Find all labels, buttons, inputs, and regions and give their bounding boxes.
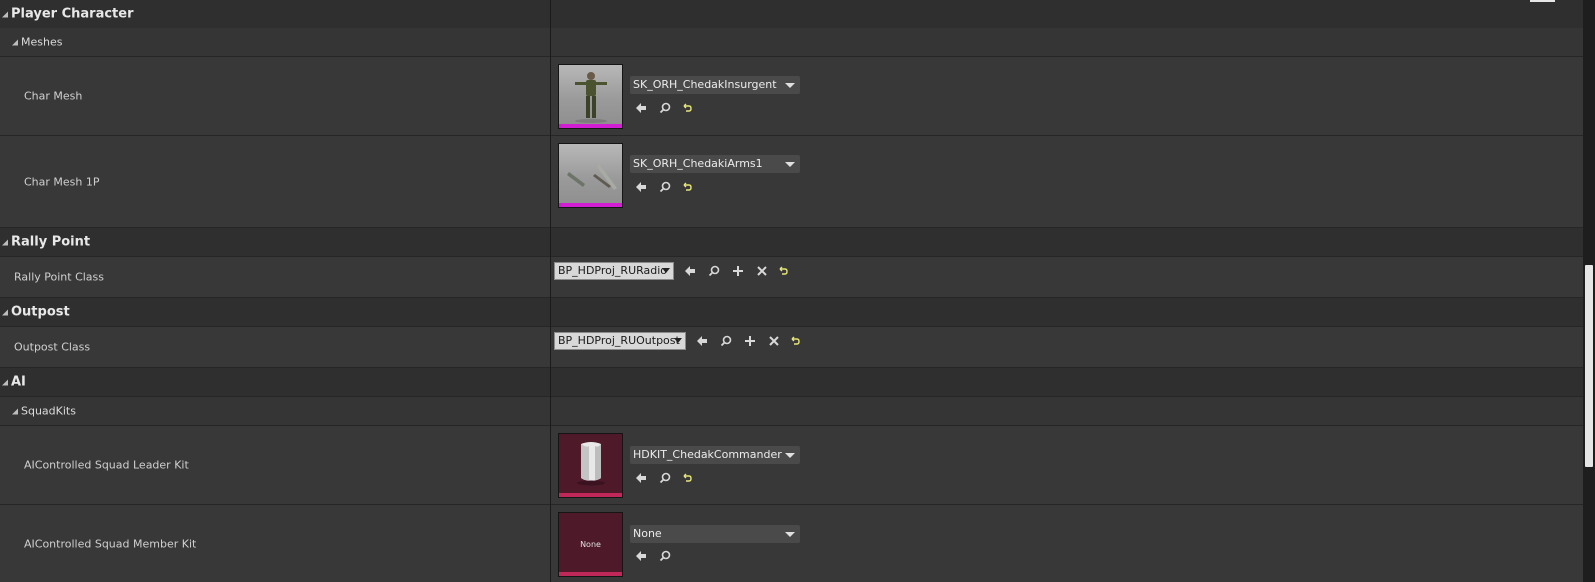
magnifier-icon[interactable] (657, 179, 673, 195)
details-panel: Player Character Meshes Char Mesh SK_ORH… (0, 0, 1595, 582)
magnifier-icon[interactable] (657, 470, 673, 486)
dropdown-arrow-icon (785, 162, 795, 167)
expand-triangle-icon[interactable] (2, 379, 8, 385)
category-title: Player Character (11, 6, 134, 22)
expand-triangle-icon[interactable] (12, 39, 18, 45)
category-rally-point[interactable]: Rally Point (0, 228, 1583, 256)
dropdown-arrow-icon (674, 338, 682, 343)
data-asset-icon (577, 442, 605, 486)
x-icon[interactable] (754, 263, 770, 279)
magnifier-icon[interactable] (718, 333, 734, 349)
arms-mesh-preview-icon (567, 164, 617, 190)
magnifier-icon[interactable] (706, 263, 722, 279)
subcategory-squadkits[interactable]: SquadKits (0, 397, 1583, 425)
asset-type-bar (559, 124, 622, 128)
soldier-mesh-preview-icon (575, 72, 607, 123)
reset-to-default-icon[interactable] (679, 470, 695, 486)
mesh-thumbnail[interactable] (558, 64, 623, 129)
reset-to-default-icon[interactable] (679, 179, 695, 195)
x-icon[interactable] (766, 333, 782, 349)
kit-thumbnail[interactable]: None (558, 512, 623, 577)
combo-value: SK_ORH_ChedakInsurgent (633, 78, 777, 91)
category-title: Rally Point (11, 234, 91, 250)
reset-to-default-icon[interactable] (775, 263, 791, 279)
property-char-mesh: Char Mesh (0, 57, 1583, 135)
magnifier-icon[interactable] (657, 548, 673, 564)
magnifier-icon[interactable] (657, 100, 673, 116)
property-label: Rally Point Class (14, 270, 105, 284)
asset-type-bar (559, 203, 622, 207)
thumbnail-none-text: None (580, 540, 601, 549)
asset-type-bar (559, 493, 622, 497)
rally-point-class-picker[interactable]: BP_HDProj_RURadio (554, 262, 674, 280)
arrow-left-icon[interactable] (694, 333, 710, 349)
combo-value: SK_ORH_ChedakiArms1 (633, 157, 763, 170)
squad-member-kit-combo[interactable]: None (630, 525, 800, 543)
expand-triangle-icon[interactable] (2, 309, 8, 315)
subcategory-meshes[interactable]: Meshes (0, 28, 1583, 56)
property-label: Char Mesh 1P (24, 175, 100, 188)
property-label: AIControlled Squad Leader Kit (24, 458, 189, 472)
kit-thumbnail[interactable] (558, 433, 623, 498)
dropdown-arrow-icon (785, 83, 795, 88)
combo-value: HDKIT_ChedakCommander (633, 448, 782, 461)
expand-triangle-icon[interactable] (2, 239, 8, 245)
arrow-left-icon[interactable] (633, 100, 649, 116)
class-value: BP_HDProj_RUOutpost (558, 334, 680, 347)
combo-value: None (633, 527, 662, 540)
dropdown-arrow-icon (785, 453, 795, 458)
char-mesh-1p-combo[interactable]: SK_ORH_ChedakiArms1 (630, 155, 800, 173)
subcategory-title: SquadKits (21, 404, 76, 418)
plus-icon[interactable] (730, 263, 746, 279)
property-label: Outpost Class (14, 340, 91, 354)
reset-to-default-icon[interactable] (679, 100, 695, 116)
expand-triangle-icon[interactable] (12, 408, 18, 414)
plus-icon[interactable] (742, 333, 758, 349)
char-mesh-combo[interactable]: SK_ORH_ChedakInsurgent (630, 76, 800, 94)
column-splitter[interactable] (550, 0, 551, 582)
class-value: BP_HDProj_RURadio (558, 264, 668, 277)
dropdown-arrow-icon (662, 268, 670, 273)
outpost-class-picker[interactable]: BP_HDProj_RUOutpost (554, 332, 686, 350)
category-title: AI (11, 374, 26, 390)
property-rally-point-class: Rally Point Class (0, 257, 1583, 297)
horizontal-scroll-thumb[interactable] (1530, 0, 1555, 2)
category-outpost[interactable]: Outpost (0, 298, 1583, 326)
expand-triangle-icon[interactable] (2, 11, 8, 17)
reset-to-default-icon[interactable] (787, 333, 803, 349)
category-title: Outpost (11, 304, 70, 320)
arrow-left-icon[interactable] (633, 548, 649, 564)
arrow-left-icon[interactable] (682, 263, 698, 279)
arrow-left-icon[interactable] (633, 179, 649, 195)
property-label: Char Mesh (24, 89, 83, 103)
property-squad-leader-kit: AIControlled Squad Leader Kit (0, 426, 1583, 504)
dropdown-arrow-icon (785, 532, 795, 537)
squad-leader-kit-combo[interactable]: HDKIT_ChedakCommander (630, 446, 800, 464)
arrow-left-icon[interactable] (633, 470, 649, 486)
category-player-character[interactable]: Player Character (0, 0, 1583, 28)
asset-type-bar (559, 572, 622, 576)
property-squad-member-kit: AIControlled Squad Member Kit (0, 505, 1583, 582)
mesh-thumbnail[interactable] (558, 143, 623, 208)
category-ai[interactable]: AI (0, 368, 1583, 396)
vertical-scroll-thumb[interactable] (1585, 265, 1593, 467)
property-char-mesh-1p: Char Mesh 1P (0, 136, 1583, 227)
subcategory-title: Meshes (21, 35, 63, 49)
property-label: AIControlled Squad Member Kit (24, 537, 197, 550)
